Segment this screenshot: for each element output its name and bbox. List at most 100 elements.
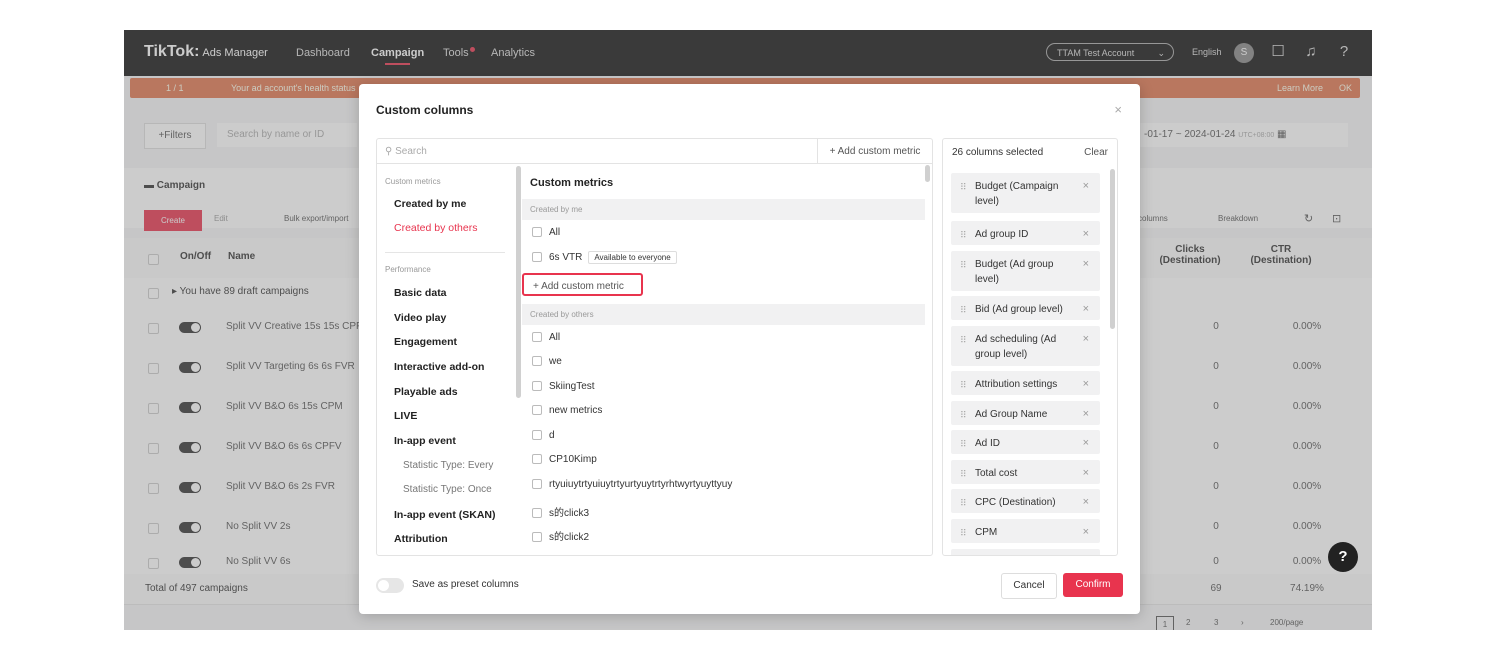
selected-column-label: Total cost (975, 468, 1018, 479)
metric-item[interactable]: s的click2 (532, 528, 589, 543)
drag-handle-icon[interactable]: ⠿ (960, 180, 967, 195)
category-list: Custom metrics Created by me Created by … (377, 165, 522, 555)
remove-icon[interactable]: × (1083, 436, 1089, 451)
checkbox[interactable] (532, 508, 542, 519)
selected-column-item[interactable]: ⠿ CPM × (951, 519, 1100, 543)
dialog-title: Custom columns (376, 103, 474, 117)
drag-handle-icon[interactable]: ⠿ (960, 378, 967, 393)
metric-item[interactable]: new metrics (532, 405, 602, 416)
metric-item[interactable]: All (532, 332, 560, 343)
selected-column-item[interactable]: ⠿ CPC (Destination) × (951, 489, 1100, 513)
drag-handle-icon[interactable]: ⠿ (960, 526, 967, 541)
selected-column-item[interactable]: ⠿ Ad group ID × (951, 221, 1100, 245)
metric-label: s的click2 (549, 532, 590, 543)
remove-icon[interactable]: × (1083, 179, 1089, 194)
clear-button[interactable]: Clear (1084, 147, 1108, 158)
visibility-badge: Available to everyone (588, 251, 677, 264)
checkbox[interactable] (532, 356, 542, 367)
selected-column-item[interactable]: ⠿ Ad Group Name × (951, 401, 1100, 425)
category-engagement[interactable]: Engagement (394, 336, 457, 348)
remove-icon[interactable]: × (1083, 495, 1089, 510)
remove-icon[interactable]: × (1083, 332, 1089, 347)
metric-item[interactable]: All (532, 227, 560, 238)
group-created-by-me: Created by me (522, 199, 925, 220)
checkbox[interactable] (532, 532, 542, 543)
metric-search-input[interactable]: ⚲ Search (377, 139, 817, 164)
drag-handle-icon[interactable]: ⠿ (960, 408, 967, 423)
remove-icon[interactable]: × (1083, 377, 1089, 392)
checkbox[interactable] (532, 479, 542, 490)
checkbox[interactable] (532, 430, 542, 441)
metric-label: CP10Kimp (549, 454, 597, 465)
metric-item[interactable]: we (532, 356, 562, 367)
remove-icon[interactable]: × (1083, 466, 1089, 481)
metric-item[interactable]: rtyuiuytrtyuiuytrtyurtyuytrtyrhtwyrtyuyt… (532, 479, 732, 490)
metric-label: we (549, 356, 562, 367)
checkbox[interactable] (532, 381, 542, 392)
category-statistic-once[interactable]: Statistic Type: Once (403, 484, 492, 495)
checkbox[interactable] (532, 227, 542, 238)
confirm-button[interactable]: Confirm (1063, 573, 1123, 597)
drag-handle-icon[interactable]: ⠿ (960, 228, 967, 243)
category-attribution[interactable]: Attribution (394, 533, 448, 545)
category-created-by-me[interactable]: Created by me (394, 198, 466, 210)
drag-handle-icon[interactable]: ⠿ (960, 258, 967, 273)
checkbox[interactable] (532, 332, 542, 343)
selected-column-label: Attribution settings (975, 379, 1058, 390)
category-statistic-every[interactable]: Statistic Type: Every (403, 460, 493, 471)
checkbox[interactable] (532, 405, 542, 416)
selected-column-item[interactable]: ⠿ Attribution settings × (951, 371, 1100, 395)
remove-icon[interactable]: × (1083, 407, 1089, 422)
metric-label: SkiingTest (549, 381, 595, 392)
drag-handle-icon[interactable]: ⠿ (960, 303, 967, 318)
metric-list-heading: Custom metrics (530, 177, 614, 189)
drag-handle-icon[interactable]: ⠿ (960, 333, 967, 348)
add-custom-metric-inline-button[interactable]: + Add custom metric (522, 273, 643, 296)
selected-column-label: Bid (Ad group level) (975, 304, 1063, 315)
category-playable-ads[interactable]: Playable ads (394, 386, 458, 398)
remove-icon[interactable]: × (1083, 302, 1089, 317)
drag-handle-icon[interactable]: ⠿ (960, 437, 967, 452)
category-in-app-event[interactable]: In-app event (394, 435, 456, 447)
metric-item[interactable]: 6s VTR Available to everyone (532, 251, 677, 264)
selected-column-item[interactable]: ⠿ Ad ID × (951, 430, 1100, 454)
selected-column-item[interactable]: ⠿ Budget (Ad group level) × (951, 251, 1100, 291)
selected-column-item[interactable]: ⠿ Bid (Ad group level) × (951, 296, 1100, 320)
close-icon[interactable]: × (1114, 102, 1122, 117)
selected-column-item[interactable]: ⠿ Total cost × (951, 460, 1100, 484)
selected-column-label: Ad scheduling (Ad group level) (975, 334, 1057, 360)
category-created-by-others[interactable]: Created by others (394, 222, 477, 234)
selected-columns-panel: 26 columns selected Clear ⠿ Budget (Campa… (942, 138, 1118, 556)
remove-icon[interactable]: × (1083, 525, 1089, 540)
metric-item[interactable]: s的click3 (532, 504, 589, 519)
remove-icon[interactable]: × (1083, 257, 1089, 272)
category-live[interactable]: LIVE (394, 410, 417, 422)
custom-columns-dialog: Custom columns × ⚲ Search + Add custom m… (359, 84, 1140, 614)
metric-item[interactable]: d (532, 430, 555, 441)
selected-column-item-partial[interactable] (951, 549, 1100, 555)
add-custom-metric-button[interactable]: + Add custom metric (817, 139, 932, 164)
selected-column-item[interactable]: ⠿ Budget (Campaign level) × (951, 173, 1100, 213)
selected-column-item[interactable]: ⠿ Ad scheduling (Ad group level) × (951, 326, 1100, 366)
drag-handle-icon[interactable]: ⠿ (960, 467, 967, 482)
metric-label: All (549, 227, 561, 238)
category-video-play[interactable]: Video play (394, 312, 446, 324)
category-scrollbar[interactable] (516, 166, 521, 398)
metric-list-scrollbar[interactable] (925, 165, 930, 182)
help-button-icon[interactable]: ? (1328, 542, 1358, 572)
selected-list-scrollbar[interactable] (1110, 169, 1115, 329)
category-basic-data[interactable]: Basic data (394, 287, 447, 299)
metric-item[interactable]: CP10Kimp (532, 454, 597, 465)
category-interactive-add-on[interactable]: Interactive add-on (394, 361, 484, 373)
cancel-button[interactable]: Cancel (1001, 573, 1057, 599)
drag-handle-icon[interactable]: ⠿ (960, 496, 967, 511)
metric-item[interactable]: SkiingTest (532, 381, 595, 392)
category-group-custom: Custom metrics (385, 177, 441, 186)
remove-icon[interactable]: × (1083, 227, 1089, 242)
metric-label: All (549, 332, 561, 343)
category-in-app-event-skan[interactable]: In-app event (SKAN) (394, 509, 496, 521)
save-preset-toggle[interactable] (376, 578, 404, 593)
save-preset-label: Save as preset columns (412, 579, 519, 590)
checkbox[interactable] (532, 252, 542, 263)
checkbox[interactable] (532, 454, 542, 465)
